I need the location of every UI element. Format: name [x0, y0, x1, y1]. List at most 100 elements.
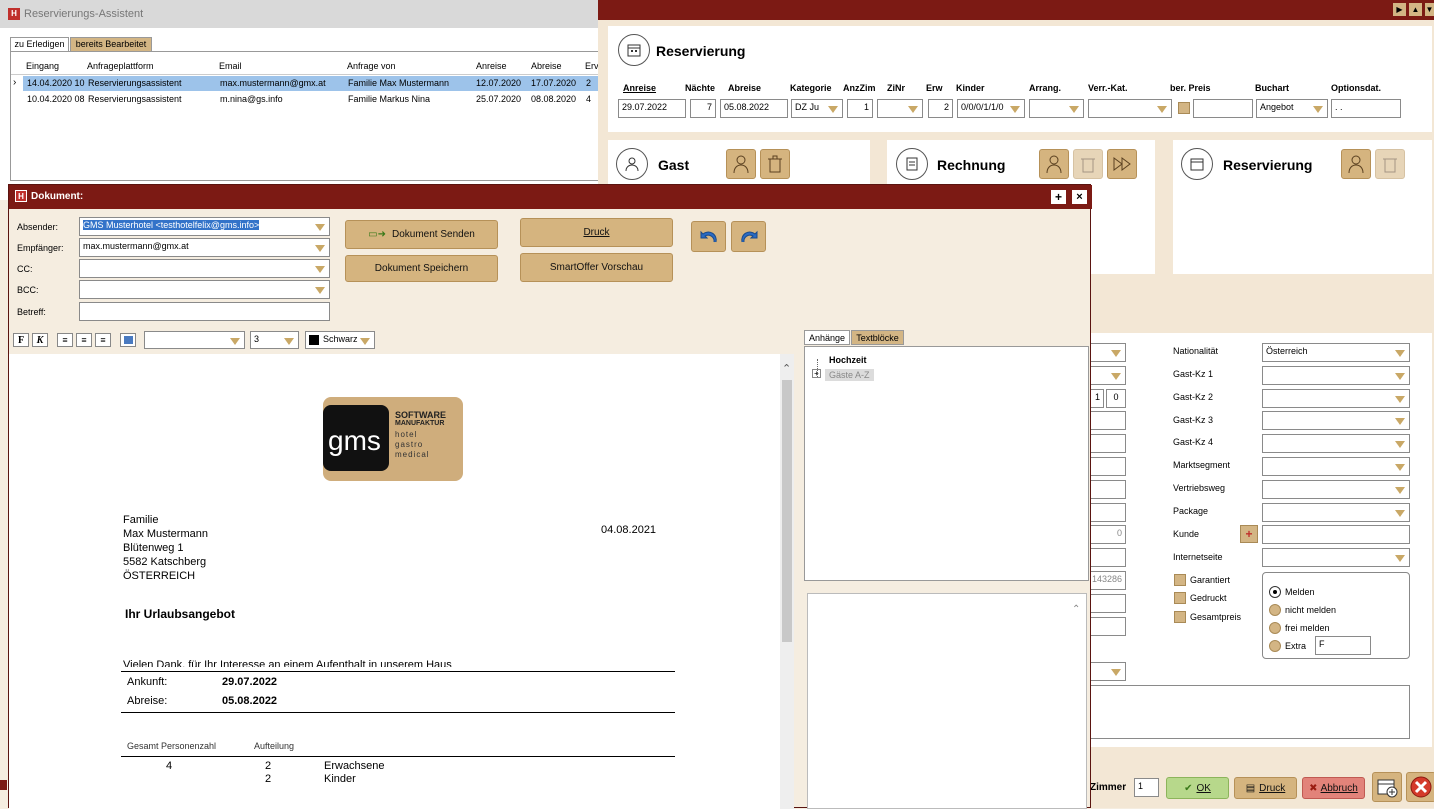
col-anfrageplattform[interactable]: Anfrageplattform	[87, 61, 154, 71]
notes-textarea[interactable]	[1088, 685, 1410, 739]
erw-field[interactable]: 2	[928, 99, 953, 118]
verrkat-select[interactable]	[1088, 99, 1172, 118]
scroll-thumb[interactable]	[782, 380, 792, 642]
align-right-icon[interactable]: ≡	[95, 333, 111, 347]
reservation-person-button[interactable]	[1341, 149, 1371, 179]
radio-nicht-melden[interactable]	[1269, 604, 1281, 616]
field[interactable]	[1088, 662, 1126, 681]
col-eingang[interactable]: Eingang	[26, 61, 59, 71]
tree-root[interactable]: Hochzeit	[829, 355, 867, 365]
radio-melden[interactable]	[1269, 586, 1281, 598]
abreise-field[interactable]: 05.08.2022	[720, 99, 788, 118]
guest-select-button[interactable]	[726, 149, 756, 179]
marktsegment-select[interactable]	[1262, 457, 1410, 476]
font-size-select[interactable]: 3	[250, 331, 299, 349]
col-abreise[interactable]: Abreise	[531, 61, 562, 71]
package-select[interactable]	[1262, 503, 1410, 522]
optionsdat-field[interactable]: . .	[1331, 99, 1401, 118]
internetseite-select[interactable]	[1262, 548, 1410, 567]
dokument-senden-button[interactable]: ▭➜ Dokument Senden	[345, 220, 498, 249]
guest-delete-button[interactable]	[760, 149, 790, 179]
maximize-icon[interactable]: +	[1051, 190, 1066, 204]
field[interactable]	[1088, 480, 1126, 499]
table-row[interactable]: 10.04.2020 08 Reservierungsassistent m.n…	[23, 92, 601, 107]
invoice-delete-button[interactable]	[1073, 149, 1103, 179]
undo-icon[interactable]	[691, 221, 726, 252]
play-icon[interactable]: ▶	[1393, 3, 1406, 16]
smartoffer-vorschau-button[interactable]: SmartOffer Vorschau	[520, 253, 673, 282]
dokument-speichern-button[interactable]: Dokument Speichern	[345, 255, 498, 282]
tab-bereits-bearbeitet[interactable]: bereits Bearbeitet	[70, 37, 152, 51]
calendar-add-button[interactable]	[1372, 772, 1402, 802]
gast-kz-4-select[interactable]	[1262, 434, 1410, 453]
down-icon[interactable]: ▼	[1425, 3, 1434, 16]
font-family-select[interactable]	[144, 331, 245, 349]
tab-anhaenge[interactable]: Anhänge	[804, 330, 850, 345]
berpreis-field[interactable]	[1193, 99, 1253, 118]
gedruckt-checkbox[interactable]	[1174, 592, 1186, 604]
extra-field[interactable]: F	[1315, 636, 1371, 655]
font-color-select[interactable]: Schwarz	[305, 331, 375, 349]
nationalitaet-select[interactable]: Österreich	[1262, 343, 1410, 362]
table-row[interactable]: › 14.04.2020 10 Reservierungsassistent m…	[13, 76, 601, 91]
abbruch-button[interactable]: ✖ Abbruch	[1302, 777, 1365, 799]
bold-button[interactable]: F	[13, 333, 29, 347]
kategorie-select[interactable]: DZ Ju	[791, 99, 843, 118]
italic-button[interactable]: K	[32, 333, 48, 347]
redo-icon[interactable]	[731, 221, 766, 252]
kinder-select[interactable]: 0/0/0/1/1/0	[957, 99, 1025, 118]
forward-icon[interactable]	[1107, 149, 1137, 179]
naechte-field[interactable]: 7	[690, 99, 716, 118]
letter-editor[interactable]: ⌃ gms SOFTWARE MANUFAKTUR hotel gastro m…	[9, 354, 794, 809]
scroll-up-icon[interactable]: ⌃	[1072, 604, 1080, 615]
druck-button[interactable]: Druck	[520, 218, 673, 247]
reservation-delete-button[interactable]	[1375, 149, 1405, 179]
anreise-field[interactable]: 29.07.2022	[618, 99, 686, 118]
tree-expand-icon[interactable]: +	[812, 369, 821, 378]
empfaenger-select[interactable]: max.mustermann@gmx.at	[79, 238, 330, 257]
invoice-person-button[interactable]	[1039, 149, 1069, 179]
vertriebsweg-select[interactable]	[1262, 480, 1410, 499]
ok-button[interactable]: ✔ OK	[1166, 777, 1229, 799]
tree-child[interactable]: Gäste A-Z	[825, 369, 874, 381]
close-icon[interactable]	[1406, 772, 1434, 802]
field[interactable]	[1088, 457, 1126, 476]
field[interactable]	[1088, 548, 1126, 567]
gast-kz-3-select[interactable]	[1262, 411, 1410, 430]
col-email[interactable]: Email	[219, 61, 242, 71]
align-center-icon[interactable]: ≡	[76, 333, 92, 347]
gast-kz-2-select[interactable]	[1262, 389, 1410, 408]
zero-field[interactable]: 0	[1088, 525, 1126, 544]
zimmer-field[interactable]: 1	[1134, 778, 1159, 797]
id-field[interactable]: 143286	[1088, 571, 1126, 590]
cc-select[interactable]	[79, 259, 330, 278]
field[interactable]	[1088, 617, 1126, 636]
col-anreise[interactable]: Anreise	[476, 61, 507, 71]
col-anfrage-von[interactable]: Anfrage von	[347, 61, 396, 71]
betreff-input[interactable]	[79, 302, 330, 321]
col-erw[interactable]: Erv	[585, 61, 599, 71]
field[interactable]	[1088, 343, 1126, 362]
absender-select[interactable]: GMS Musterhotel <testhotelfelix@gms.info…	[79, 217, 330, 236]
tab-textbloecke[interactable]: Textblöcke	[851, 330, 904, 345]
scroll-up-icon[interactable]: ⌃	[782, 362, 791, 375]
druck-button[interactable]: ▤ Druck	[1234, 777, 1297, 799]
editor-scrollbar[interactable]: ⌃	[780, 354, 794, 809]
arrang-select[interactable]	[1029, 99, 1084, 118]
bcc-select[interactable]	[79, 280, 330, 299]
align-left-icon[interactable]: ≡	[57, 333, 73, 347]
gast-kz-1-select[interactable]	[1262, 366, 1410, 385]
close-icon[interactable]: ×	[1072, 190, 1087, 204]
field[interactable]	[1088, 594, 1126, 613]
kunde-field[interactable]	[1262, 525, 1410, 544]
up-icon[interactable]: ▲	[1409, 3, 1422, 16]
preis-checkbox[interactable]	[1178, 102, 1190, 114]
field[interactable]	[1088, 434, 1126, 453]
field[interactable]	[1088, 503, 1126, 522]
radio-frei-melden[interactable]	[1269, 622, 1281, 634]
buchart-select[interactable]: Angebot	[1256, 99, 1328, 118]
kunde-add-icon[interactable]: +	[1240, 525, 1258, 543]
gesamtpreis-checkbox[interactable]	[1174, 611, 1186, 623]
field[interactable]	[1088, 366, 1126, 385]
garantiert-checkbox[interactable]	[1174, 574, 1186, 586]
